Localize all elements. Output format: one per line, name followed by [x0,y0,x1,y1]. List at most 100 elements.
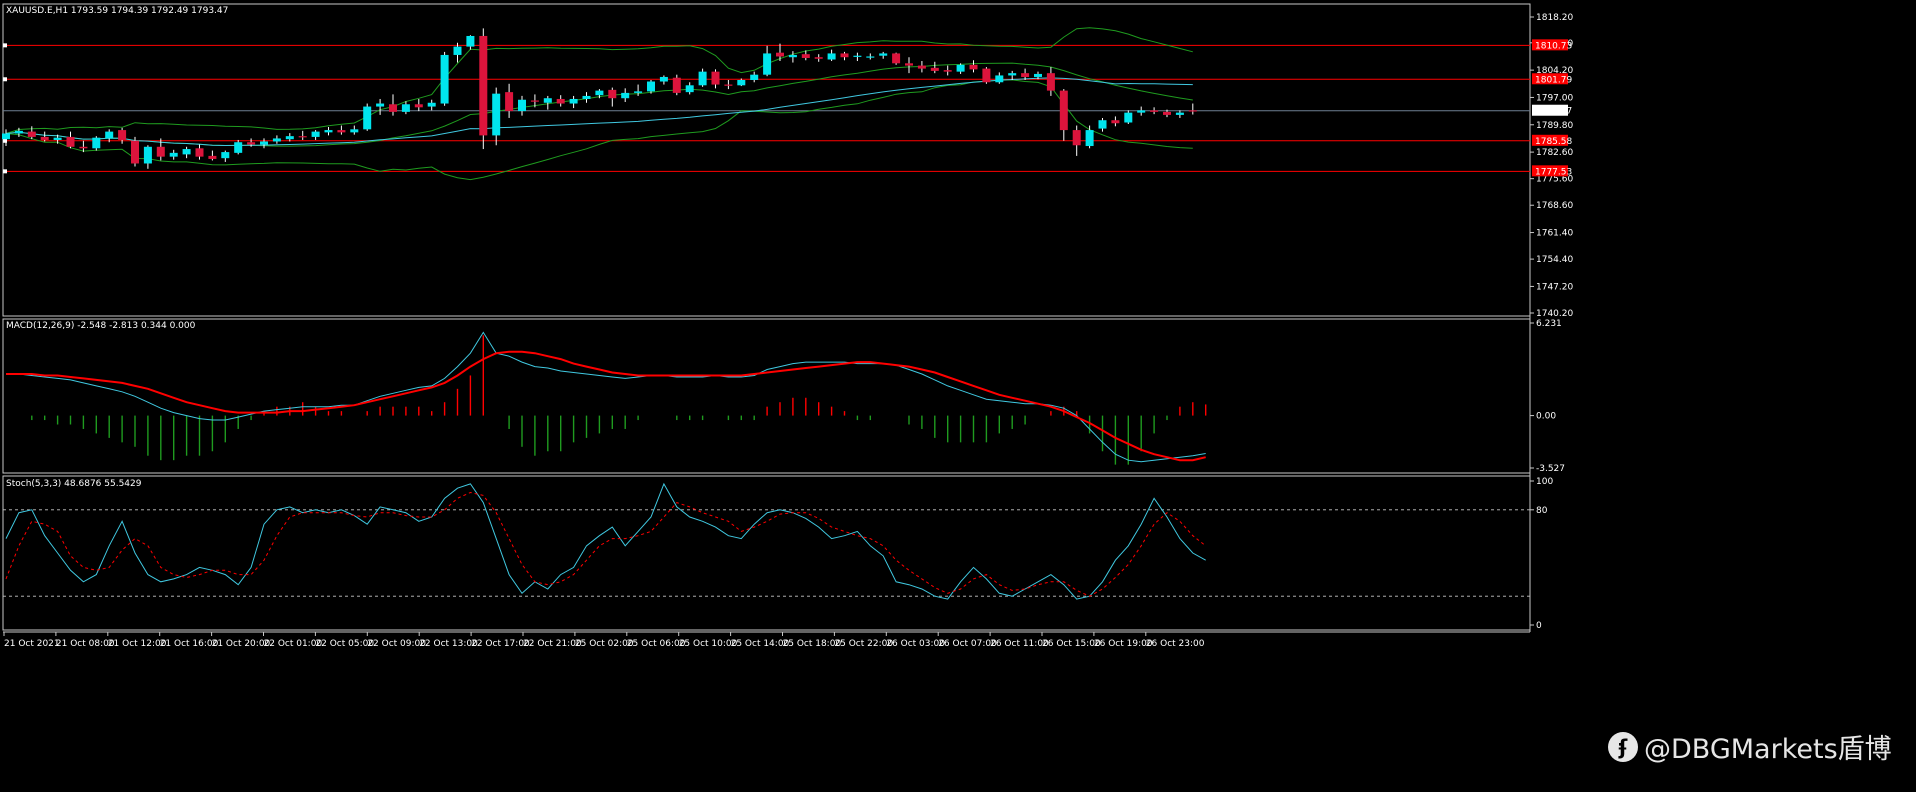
stoch-signal-line [5,491,1207,597]
candle-body [389,104,397,112]
candle-body [143,146,152,164]
x-tick-label: 21 Oct 08:00 [56,639,115,649]
candle-body [311,131,320,137]
candle-body [569,98,578,104]
candle-body [595,90,604,96]
candle-body [27,131,36,137]
candle-body [1059,90,1068,131]
stoch-panel-title: Stoch(5,3,3) 48.6876 55.5429 [6,479,142,489]
level-label: 1777.53 [1535,167,1572,177]
candle-body [530,100,539,102]
candle-body [750,74,759,80]
candle-body [182,149,191,155]
candle-body [105,131,114,139]
candle-body [1175,112,1184,115]
y-tick-label: 1747.20 [1536,282,1573,292]
candle-body [40,136,49,140]
candle-body [866,56,875,58]
candle-body [917,65,926,69]
weibo-logo-icon: ʄ [1608,731,1638,762]
candle-body [905,63,913,66]
macd-panel [2,318,1531,474]
candle-body [401,104,410,112]
y-tick-label: 1761.40 [1536,229,1573,239]
candle-body [788,54,797,58]
y-tick-label: 1797.00 [1536,93,1573,103]
x-tick-label: 22 Oct 21:00 [523,639,582,649]
candle-body [298,136,307,138]
candle-body [363,106,372,130]
candle-body [840,53,849,58]
candle-body [879,53,888,56]
x-tick-label: 26 Oct 07:00 [938,639,997,649]
candle-body [131,140,139,164]
level-marker [3,77,7,82]
candle-body [1085,130,1094,147]
macd-y-tick-label: 0.00 [1536,412,1556,422]
candle-body [208,155,217,159]
candle-body [1137,110,1146,113]
candle-body [969,64,978,70]
x-tick-label: 21 Oct 20:00 [212,639,271,649]
level-marker [3,169,7,174]
x-tick-label: 25 Oct 14:00 [731,639,790,649]
x-tick-label: 25 Oct 22:00 [834,639,893,649]
x-tick-label: 21 Oct 12:00 [108,639,167,649]
candle-body [1008,73,1017,76]
candle-body [1124,112,1133,123]
candle-body [827,53,836,60]
x-tick-label: 22 Oct 05:00 [315,639,374,649]
candle-body [543,98,552,103]
price-panel [2,3,1531,317]
candle-body [427,102,436,107]
stoch-y-tick-label: 0 [1536,621,1542,631]
bollinger-middle-line [5,62,1193,147]
y-tick-label: 1789.80 [1536,121,1573,131]
candle-body [492,93,501,136]
candle-body [685,85,694,93]
candle-body [659,76,668,82]
candle-body [324,130,333,133]
candle-body [1098,120,1107,129]
y-tick-label: 1768.60 [1536,201,1573,211]
candle-body [272,138,281,142]
candle-body [1021,73,1030,77]
x-tick-label: 26 Oct 03:00 [886,639,945,649]
candle-body [634,91,643,93]
candle-body [92,137,101,149]
x-tick-label: 25 Oct 06:00 [627,639,686,649]
x-tick-label: 25 Oct 10:00 [679,639,738,649]
x-tick-label: 26 Oct 19:00 [1094,639,1153,649]
candle-body [260,141,268,145]
candle-body [337,130,346,133]
y-tick-label: 1754.40 [1536,255,1573,265]
candle-body [1111,120,1120,124]
candle-body [195,148,204,157]
candle-body [892,53,901,64]
y-tick-label: 1818.20 [1536,13,1573,23]
stoch-y-tick-label: 80 [1536,506,1548,516]
candle-body [1163,111,1171,115]
macd-panel-title: MACD(12,26,9) -2.548 -2.813 0.344 0.000 [6,321,196,331]
candle-body [466,35,475,47]
x-tick-label: 25 Oct 18:00 [783,639,842,649]
candle-body [169,152,178,157]
candle-body [776,52,784,57]
candle-body [621,92,630,99]
candle-body [608,89,617,99]
macd-y-tick-label: -3.527 [1536,464,1565,474]
candle-body [737,79,746,86]
x-tick-label: 22 Oct 01:00 [264,639,323,649]
candle-body [930,67,939,71]
candle-body [440,54,449,104]
moving-average-line [5,77,1193,147]
macd-y-tick-label: 6.231 [1536,319,1562,329]
candle-body [14,130,23,134]
candle-body [505,92,514,112]
candle-body [79,146,88,149]
level-label: 1810.73 [1535,41,1572,51]
candle-body [801,54,810,58]
watermark: ʄ @DBGMarkets盾博 [1608,727,1892,766]
current-price-label: 1793.47 [1535,107,1572,117]
stoch-y-tick-label: 100 [1536,477,1553,487]
